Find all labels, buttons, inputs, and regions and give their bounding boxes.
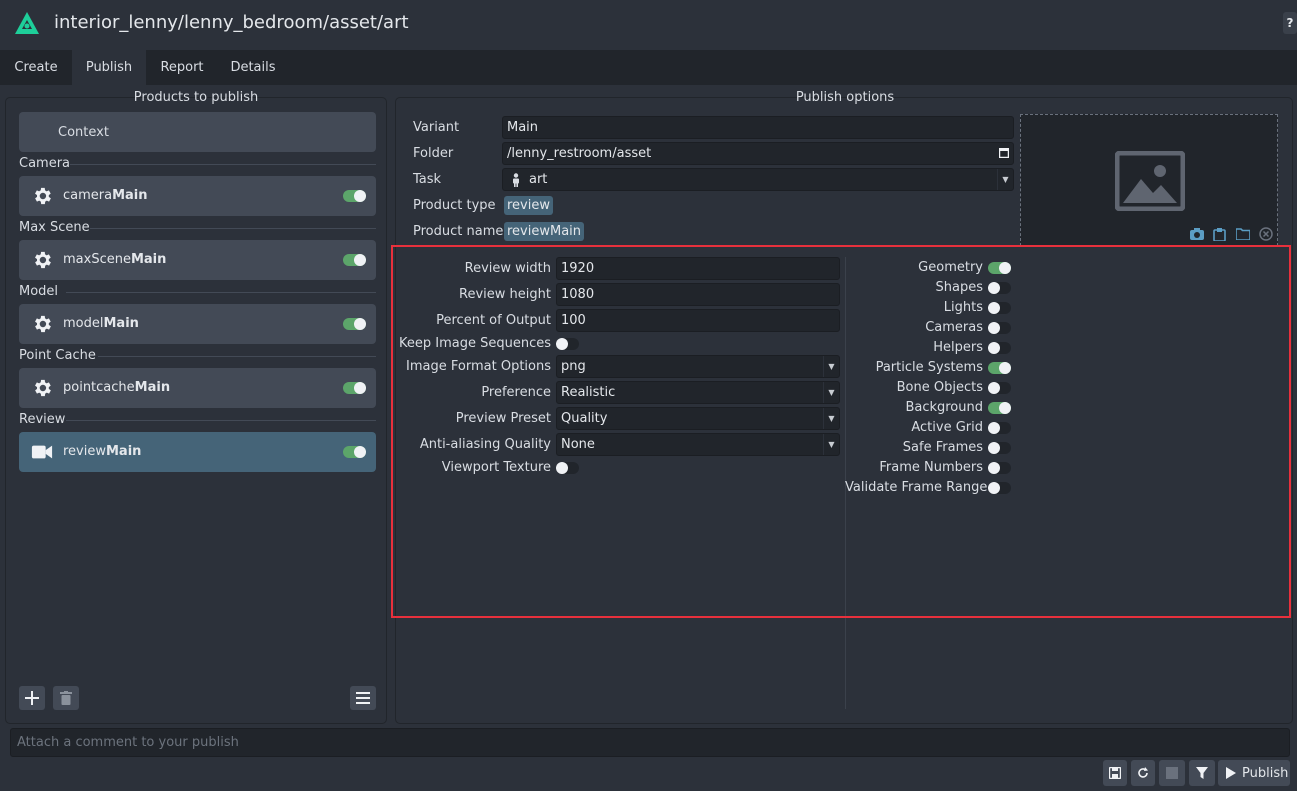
product-item-review-main[interactable]: reviewMain xyxy=(19,432,376,472)
group-divider xyxy=(70,164,376,165)
product-toggle[interactable] xyxy=(343,382,366,394)
app-logo-icon xyxy=(15,12,39,34)
refresh-icon xyxy=(1138,767,1148,778)
save-icon xyxy=(1109,767,1121,779)
product-item-max-scene-main[interactable]: maxSceneMain xyxy=(19,240,376,280)
delete-product-button[interactable] xyxy=(53,686,79,710)
menu-button[interactable] xyxy=(350,686,376,710)
paste-icon[interactable] xyxy=(1213,228,1226,241)
product-label: maxSceneMain xyxy=(63,252,167,267)
group-label-camera: Camera xyxy=(19,156,71,171)
product-toggle[interactable] xyxy=(343,190,366,202)
tab-publish[interactable]: Publish xyxy=(72,50,146,85)
chevron-down-icon: ▼ xyxy=(997,169,1013,190)
product-item-model-main[interactable]: modelMain xyxy=(19,304,376,344)
folder-open-icon[interactable] xyxy=(1236,228,1250,240)
group-label-point-cache: Point Cache xyxy=(19,348,96,363)
gear-icon xyxy=(35,251,51,269)
gear-icon xyxy=(35,315,51,333)
product-label: reviewMain xyxy=(63,444,142,459)
filter-icon xyxy=(1196,767,1208,779)
publish-options-title: Publish options xyxy=(795,90,895,105)
image-placeholder-icon xyxy=(1115,151,1185,211)
refresh-button[interactable] xyxy=(1131,760,1155,786)
window-title: interior_lenny/lenny_bedroom/asset/art xyxy=(54,12,409,33)
comment-input[interactable]: Attach a comment to your publish xyxy=(10,728,1290,757)
person-icon xyxy=(513,172,519,187)
folder-label: Folder xyxy=(413,146,454,161)
task-value: art xyxy=(529,172,548,187)
product-name-label: Product name xyxy=(413,224,504,239)
stop-icon xyxy=(1166,767,1178,779)
gear-icon xyxy=(35,187,51,205)
add-product-button[interactable] xyxy=(19,686,45,710)
thumbnail-drop-area[interactable] xyxy=(1020,114,1278,246)
publish-button[interactable]: Publish xyxy=(1218,760,1290,786)
context-item[interactable]: Context xyxy=(19,112,376,152)
publish-button-label: Publish xyxy=(1242,765,1289,781)
product-toggle[interactable] xyxy=(343,254,366,266)
folder-value: /lenny_restroom/asset xyxy=(507,146,652,161)
product-label: cameraMain xyxy=(63,188,148,203)
group-label-review: Review xyxy=(19,412,66,427)
tab-details[interactable]: Details xyxy=(218,50,288,85)
variant-label: Variant xyxy=(413,120,460,135)
stop-button[interactable] xyxy=(1159,760,1185,786)
product-toggle[interactable] xyxy=(343,446,366,458)
trash-icon xyxy=(60,691,72,705)
hamburger-menu-icon xyxy=(356,692,370,704)
play-icon xyxy=(1226,767,1236,779)
camera-capture-icon[interactable] xyxy=(1190,228,1204,240)
product-type-tag: review xyxy=(504,196,553,215)
video-camera-icon xyxy=(31,445,53,459)
product-toggle[interactable] xyxy=(343,318,366,330)
product-name-tag: reviewMain xyxy=(504,222,585,241)
product-label: pointcacheMain xyxy=(63,380,171,395)
group-label-max-scene: Max Scene xyxy=(19,220,90,235)
product-type-label: Product type xyxy=(413,198,496,213)
task-label: Task xyxy=(413,172,442,187)
task-combo[interactable]: art ▼ xyxy=(502,168,1014,191)
group-divider xyxy=(98,356,376,357)
variant-input[interactable]: Main xyxy=(502,116,1014,139)
gear-icon xyxy=(35,379,51,397)
help-button[interactable]: ? xyxy=(1283,12,1297,34)
tab-create[interactable]: Create xyxy=(0,50,72,85)
group-divider xyxy=(66,420,376,421)
title-bar: interior_lenny/lenny_bedroom/asset/art ? xyxy=(0,0,1297,50)
save-button[interactable] xyxy=(1103,760,1127,786)
validate-button[interactable] xyxy=(1189,760,1215,786)
group-label-model: Model xyxy=(19,284,59,299)
group-divider xyxy=(66,292,376,293)
plus-icon xyxy=(25,691,39,705)
folder-input[interactable]: /lenny_restroom/asset xyxy=(502,142,1014,165)
products-panel-title: Products to publish xyxy=(133,90,259,105)
highlight-frame xyxy=(391,245,1291,618)
tab-report[interactable]: Report xyxy=(146,50,218,85)
product-item-camera-main[interactable]: cameraMain xyxy=(19,176,376,216)
product-label: modelMain xyxy=(63,316,139,331)
folder-browse-icon[interactable] xyxy=(999,148,1009,158)
tab-bar: Create Publish Report Details xyxy=(0,50,1297,85)
group-divider xyxy=(90,228,376,229)
product-item-pointcache-main[interactable]: pointcacheMain xyxy=(19,368,376,408)
clear-circle-icon[interactable] xyxy=(1259,227,1273,241)
